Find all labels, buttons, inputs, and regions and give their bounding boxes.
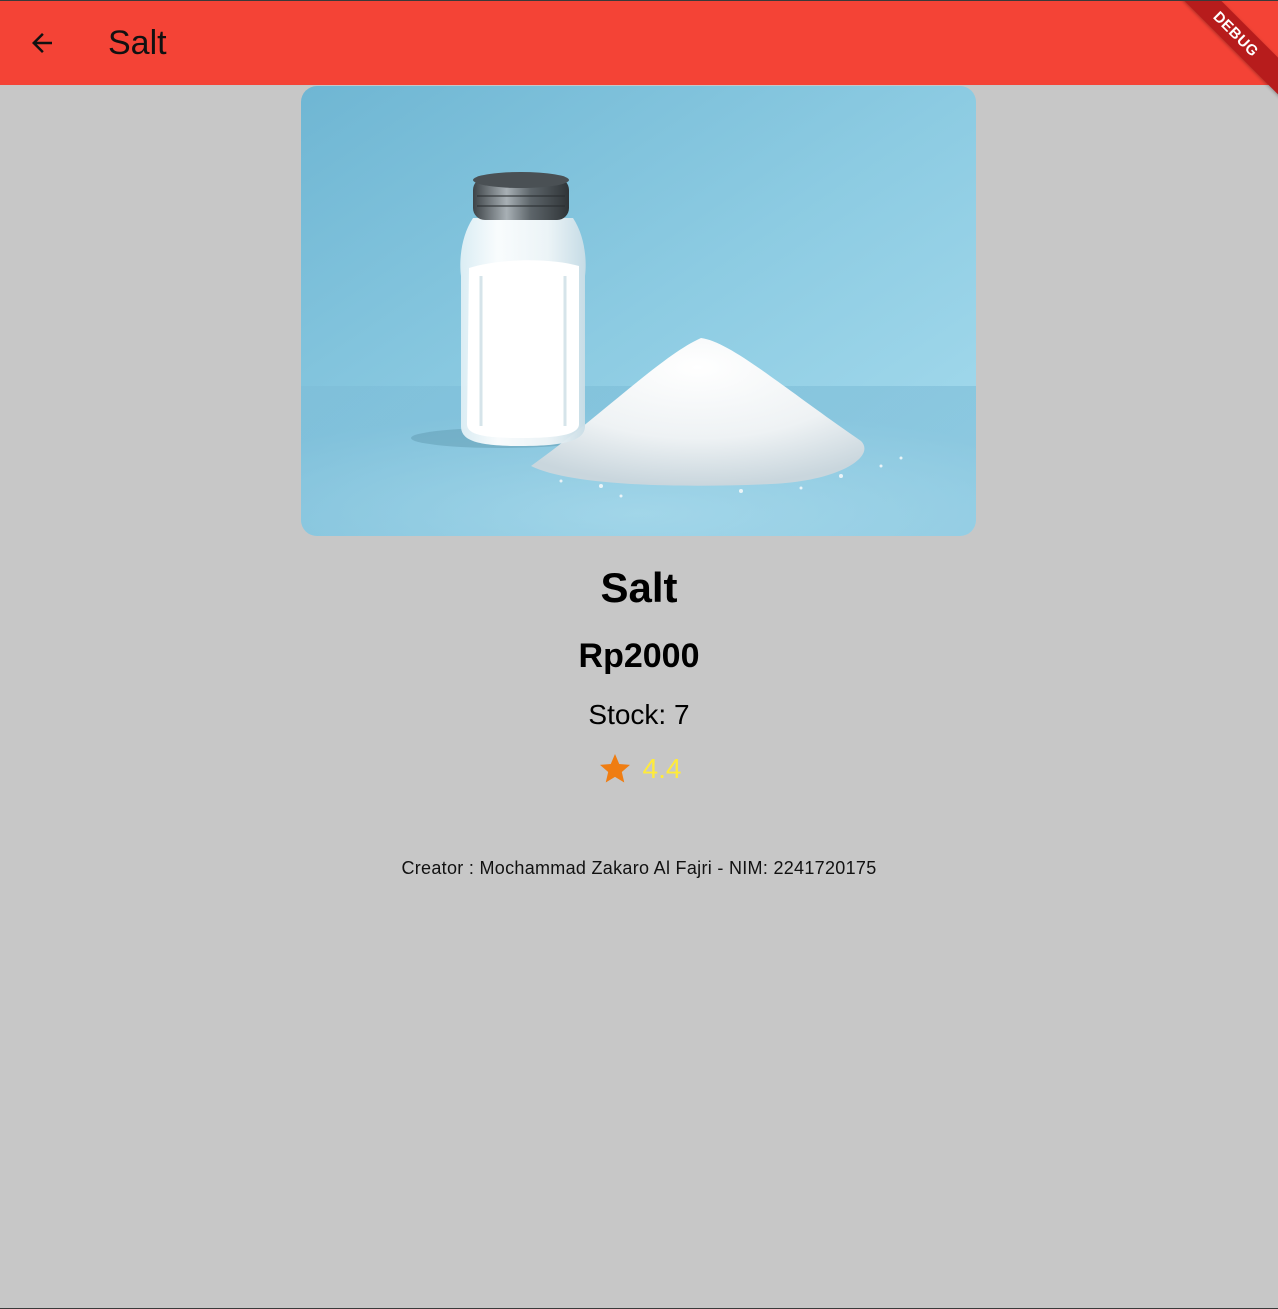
product-price: Rp2000 (578, 637, 700, 675)
salt-shaker-image (301, 86, 976, 536)
product-stock: Stock: 7 (588, 699, 690, 730)
creator-credit: Creator : Mochammad Zakaro Al Fajri - NI… (401, 858, 877, 878)
app-window: Salt DEBUG Salt Rp2000 Stock: 7 4.4 Crea… (0, 0, 1278, 1309)
product-image (301, 86, 976, 536)
back-button[interactable] (18, 19, 66, 67)
star-icon (599, 754, 630, 783)
page-title: Salt (108, 24, 167, 62)
rating-row: 4.4 (0, 751, 1278, 787)
product-name: Salt (600, 564, 678, 611)
arrow-back-icon (32, 33, 52, 53)
rating-value: 4.4 (642, 753, 682, 784)
app-bar: Salt (0, 1, 1278, 85)
